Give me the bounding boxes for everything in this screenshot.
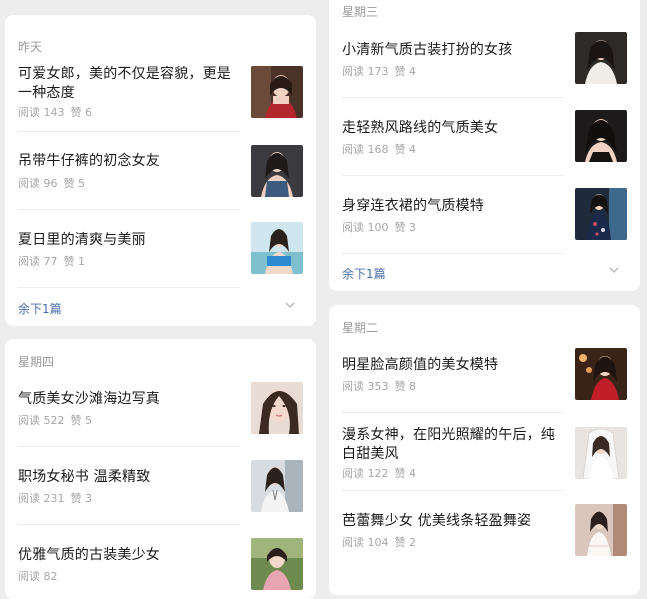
item-divider — [18, 131, 240, 132]
view-count: 阅读 353 — [342, 380, 389, 393]
article-stats: 阅读 96 赞 5 — [18, 175, 85, 191]
item-divider — [18, 209, 240, 210]
like-count: 赞 4 — [394, 143, 417, 156]
article-stats: 阅读 77 赞 1 — [18, 253, 85, 269]
article-thumbnail[interactable] — [251, 538, 303, 590]
article-thumbnail[interactable] — [251, 222, 303, 274]
item-divider — [342, 97, 564, 98]
article-thumbnail[interactable] — [575, 188, 627, 240]
show-more-link[interactable]: 余下1篇 — [18, 300, 62, 317]
article-stats: 阅读 104 赞 2 — [342, 534, 416, 550]
chevron-down-icon[interactable] — [283, 298, 297, 312]
view-count: 阅读 77 — [18, 255, 58, 268]
article-thumbnail[interactable] — [251, 145, 303, 197]
item-divider — [342, 175, 564, 176]
article-stats: 阅读 231 赞 3 — [18, 490, 92, 506]
like-count: 赞 6 — [70, 106, 93, 119]
article-stats: 阅读 143 赞 6 — [18, 104, 92, 120]
article-thumbnail[interactable] — [575, 348, 627, 400]
view-count: 阅读 100 — [342, 221, 389, 234]
article-stats: 阅读 522 赞 5 — [18, 412, 92, 428]
article-thumbnail[interactable] — [251, 382, 303, 434]
like-count: 赞 5 — [70, 414, 93, 427]
article-title: 职场女秘书 温柔精致 — [18, 469, 151, 485]
article-group-card-thursday: 星期四 气质美女沙滩海边写真 阅读 522 赞 5 职场女秘书 温柔精致 阅读 2… — [5, 339, 316, 599]
article-title: 小清新气质古装打扮的女孩 — [342, 42, 513, 58]
like-count: 赞 5 — [63, 177, 86, 190]
day-label: 星期四 — [18, 355, 55, 369]
view-count: 阅读 168 — [342, 143, 389, 156]
article-thumbnail[interactable] — [251, 460, 303, 512]
show-more-row[interactable]: 余下1篇 — [18, 298, 303, 318]
article-item[interactable]: 优雅气质的古装美少女 阅读 82 — [18, 535, 303, 599]
article-stats: 阅读 82 — [18, 568, 58, 584]
item-divider — [342, 253, 564, 254]
like-count: 赞 2 — [394, 536, 417, 549]
article-item[interactable]: 可爱女郎，美的不仅是容貌，更是一种态度 阅读 143 赞 6 — [18, 62, 303, 140]
article-title: 气质美女沙滩海边写真 — [18, 391, 160, 407]
article-title: 夏日里的清爽与美丽 — [18, 232, 146, 248]
day-label: 星期二 — [342, 321, 379, 335]
article-thumbnail[interactable] — [575, 427, 627, 479]
day-label: 昨天 — [18, 40, 43, 54]
view-count: 阅读 82 — [18, 570, 58, 583]
like-count: 赞 3 — [70, 492, 93, 505]
article-title: 芭蕾舞少女 优美线条轻盈舞姿 — [342, 513, 532, 529]
article-group-card-tuesday: 星期二 明星脸高颜值的美女模特 阅读 353 赞 8 漫系女神，在阳光照耀的午后，… — [329, 305, 640, 595]
show-more-link[interactable]: 余下1篇 — [342, 265, 386, 282]
article-thumbnail[interactable] — [251, 66, 303, 118]
show-more-row[interactable]: 余下1篇 — [342, 263, 627, 283]
article-thumbnail[interactable] — [575, 504, 627, 556]
item-divider — [18, 287, 240, 288]
article-stats: 阅读 353 赞 8 — [342, 378, 416, 394]
like-count: 赞 3 — [394, 221, 417, 234]
article-item[interactable]: 夏日里的清爽与美丽 阅读 77 赞 1 — [18, 219, 303, 297]
article-group-card-yesterday: 昨天 可爱女郎，美的不仅是容貌，更是一种态度 阅读 143 赞 6 吊带牛仔裤的初… — [5, 15, 316, 326]
chevron-down-icon[interactable] — [607, 263, 621, 277]
article-title: 明星脸高颜值的美女模特 — [342, 357, 499, 373]
article-title: 优雅气质的古装美少女 — [18, 547, 160, 563]
article-title: 可爱女郎，美的不仅是容貌，更是一种态度 — [18, 66, 231, 101]
article-title: 漫系女神，在阳光照耀的午后，纯白甜美风 — [342, 427, 555, 462]
article-stats: 阅读 100 赞 3 — [342, 219, 416, 235]
item-divider — [342, 412, 564, 413]
item-divider — [18, 524, 240, 525]
article-item[interactable]: 吊带牛仔裤的初念女友 阅读 96 赞 5 — [18, 141, 303, 219]
article-item[interactable]: 芭蕾舞少女 优美线条轻盈舞姿 阅读 104 赞 2 — [342, 501, 627, 579]
item-divider — [18, 446, 240, 447]
day-label: 星期三 — [342, 5, 379, 19]
article-stats: 阅读 122 赞 4 — [342, 465, 416, 481]
article-thumbnail[interactable] — [575, 110, 627, 162]
article-stats: 阅读 173 赞 4 — [342, 63, 416, 79]
article-title: 身穿连衣裙的气质模特 — [342, 198, 484, 214]
view-count: 阅读 522 — [18, 414, 65, 427]
view-count: 阅读 143 — [18, 106, 65, 119]
article-title: 走轻熟风路线的气质美女 — [342, 120, 499, 136]
article-thumbnail[interactable] — [575, 32, 627, 84]
view-count: 阅读 173 — [342, 65, 389, 78]
article-group-card-wednesday: 星期三 小清新气质古装打扮的女孩 阅读 173 赞 4 走轻熟风路线的气质美女 阅… — [329, 0, 640, 291]
item-divider — [342, 490, 564, 491]
article-stats: 阅读 168 赞 4 — [342, 141, 416, 157]
view-count: 阅读 96 — [18, 177, 58, 190]
article-title: 吊带牛仔裤的初念女友 — [18, 153, 160, 169]
like-count: 赞 1 — [63, 255, 86, 268]
view-count: 阅读 231 — [18, 492, 65, 505]
like-count: 赞 4 — [394, 467, 417, 480]
view-count: 阅读 104 — [342, 536, 389, 549]
view-count: 阅读 122 — [342, 467, 389, 480]
like-count: 赞 4 — [394, 65, 417, 78]
like-count: 赞 8 — [394, 380, 417, 393]
